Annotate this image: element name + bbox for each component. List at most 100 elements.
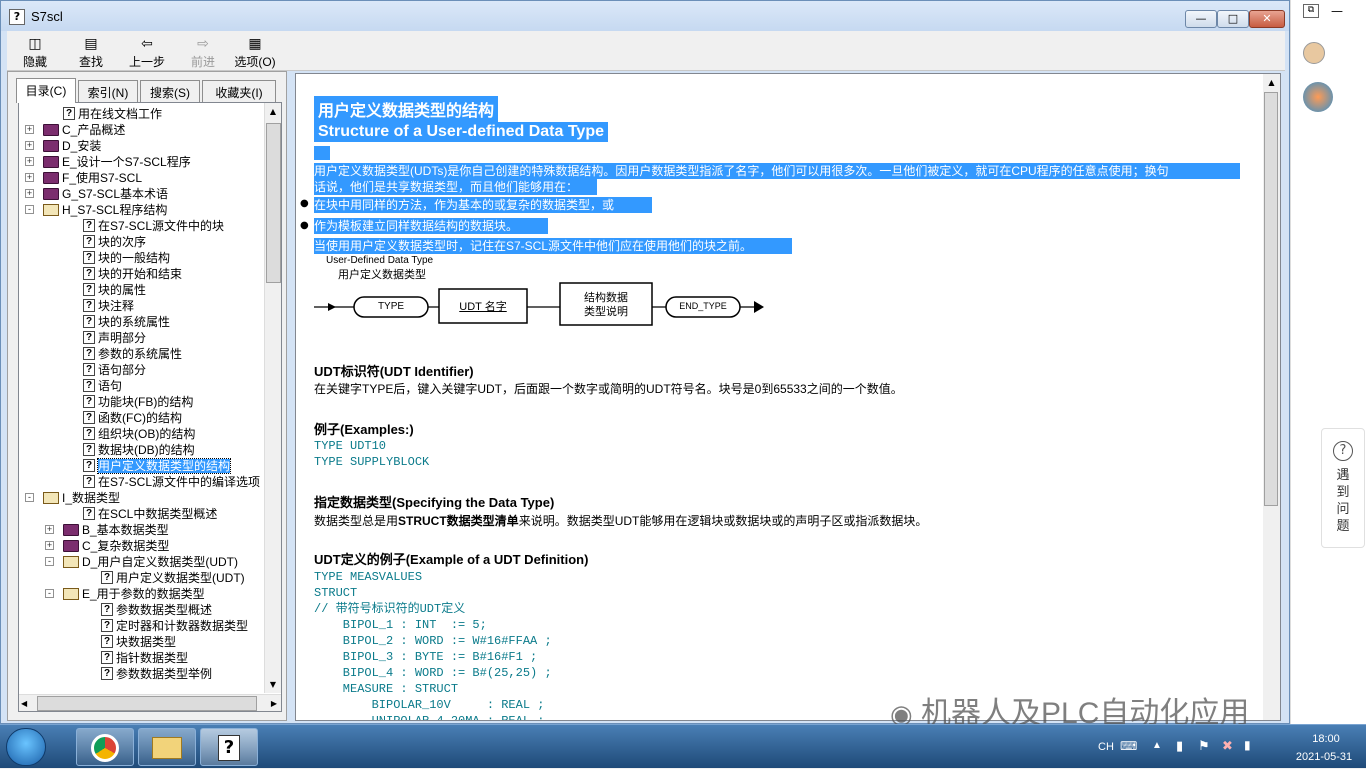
tree-item-label: E_设计一个S7-SCL程序 <box>62 154 191 169</box>
clock-date[interactable]: 2021-05-31 <box>1286 751 1362 763</box>
closed-book-icon <box>43 139 59 152</box>
collapse-icon[interactable]: - <box>25 205 34 214</box>
open-book-icon <box>63 555 79 568</box>
collapse-icon[interactable]: - <box>25 493 34 502</box>
expand-icon[interactable]: + <box>45 541 54 550</box>
action-center-icon[interactable]: ⚑ <box>1198 738 1210 754</box>
expand-icon[interactable]: + <box>45 525 54 534</box>
tree-horizontal-scrollbar[interactable]: ◀ ▶ <box>19 694 281 711</box>
network-error-icon[interactable]: ✖ <box>1222 738 1233 754</box>
closed-book-icon <box>43 155 59 168</box>
help-page-icon: ? <box>83 347 95 361</box>
tree-item-label: H_S7-SCL程序结构 <box>62 202 168 217</box>
hide-button[interactable]: ◫ 隐藏 <box>7 34 63 70</box>
collapse-icon[interactable]: - <box>45 589 54 598</box>
topic-title-en: Structure of a User-defined Data Type <box>314 122 608 142</box>
scroll-up-arrow-icon[interactable]: ▲ <box>1263 74 1280 91</box>
expand-icon[interactable]: + <box>25 125 34 134</box>
keyboard-icon[interactable]: ⌨ <box>1120 739 1137 753</box>
scroll-left-arrow-icon[interactable]: ◀ <box>21 695 27 712</box>
tree-item-label: C_复杂数据类型 <box>82 538 170 553</box>
tree-item-label: 在S7-SCL源文件中的块 <box>98 218 225 233</box>
expand-icon[interactable]: + <box>25 141 34 150</box>
udt-name-box: UDT 名字 <box>459 301 507 313</box>
tree-item-label: 块的次序 <box>98 234 147 249</box>
battery-icon[interactable]: ▮ <box>1176 738 1183 754</box>
example-code-line: TYPE SUPPLYBLOCK <box>314 455 430 469</box>
scroll-right-arrow-icon[interactable]: ▶ <box>271 695 277 712</box>
help-taskbar-button[interactable]: ? <box>200 728 258 766</box>
help-app-icon: ? <box>9 9 25 25</box>
collapse-icon[interactable]: - <box>45 557 54 566</box>
tree-item-label: E_用于参数的数据类型 <box>82 586 205 601</box>
expand-icon[interactable]: + <box>25 157 34 166</box>
expand-icon[interactable]: + <box>25 189 34 198</box>
back-arrow-icon: ⇦ <box>141 35 153 51</box>
tab-contents[interactable]: 目录(C) <box>16 78 76 103</box>
restore-icon[interactable]: ⧉ <box>1303 4 1319 18</box>
avatar[interactable] <box>1303 42 1325 64</box>
tree-item-label: 在SCL中数据类型概述 <box>98 506 218 521</box>
maximize-button[interactable]: □ <box>1217 10 1249 28</box>
end-type-keyword-box: END_TYPE <box>679 301 727 311</box>
help-page-icon: ? <box>83 331 95 345</box>
language-indicator[interactable]: CH <box>1098 741 1114 753</box>
tree-horizontal-thumb[interactable] <box>37 696 257 711</box>
show-hidden-icons-icon[interactable]: ▲ <box>1152 740 1162 751</box>
bullet-icon: ● <box>300 220 309 231</box>
help-page-icon: ? <box>63 107 75 121</box>
tab-search[interactable]: 搜索(S) <box>140 80 200 102</box>
diagram-caption-en: User-Defined Data Type <box>326 255 434 266</box>
tree-item-label: D_用户自定义数据类型(UDT) <box>82 554 238 569</box>
help-page-icon: ? <box>83 427 95 441</box>
tree-item-label: I_数据类型 <box>62 490 121 505</box>
help-page-icon: ? <box>83 459 95 473</box>
scroll-down-arrow-icon[interactable]: ▼ <box>265 676 281 693</box>
question-icon: ? <box>1333 441 1353 461</box>
tree-item-label: F_使用S7-SCL <box>62 170 143 185</box>
help-page-icon: ? <box>83 395 95 409</box>
find-button[interactable]: ▤ 查找 <box>63 34 119 70</box>
back-button[interactable]: ⇦ 上一步 <box>119 34 175 70</box>
tree-item-label: 功能块(FB)的结构 <box>98 394 194 409</box>
udt-code-line: BIPOLAR_10V : REAL ; <box>314 698 545 712</box>
tree-vertical-scrollbar[interactable]: ▲ ▼ <box>264 103 281 693</box>
minimize-icon[interactable]: — <box>1331 4 1343 18</box>
udt-code-line: TYPE MEASVALUES <box>314 570 423 584</box>
explorer-taskbar-button[interactable] <box>138 728 196 766</box>
app-icon[interactable] <box>1303 82 1333 112</box>
udt-code-line: // 带符号标识符的UDT定义 <box>314 602 466 616</box>
intro-line-2: 话说，他们是共享数据类型，而且他们能够用在： <box>314 179 597 195</box>
scroll-up-arrow-icon[interactable]: ▲ <box>265 103 281 120</box>
system-tray: CH ⌨ ▲ ▮ ⚑ ✖ ▮ 18:00 2021-05-31 <box>1076 725 1366 769</box>
contents-tree[interactable]: ? 用在线文档工作 + C_产品概述 + D_安装 + E_设计一个S7-SCL程序 + F_使用… <box>19 103 263 693</box>
closed-book-icon <box>63 539 79 552</box>
tree-item-label: 在S7-SCL源文件中的编译选项 <box>98 474 261 489</box>
title-bar[interactable]: ? S7scl — □ ✕ <box>1 1 1289 31</box>
tree-item-label: 数据块(DB)的结构 <box>98 442 195 457</box>
tab-index[interactable]: 索引(N) <box>78 80 138 102</box>
udt-code-line: BIPOL_4 : WORD := B#(25,25) ; <box>314 666 552 680</box>
clock-time[interactable]: 18:00 <box>1294 733 1358 745</box>
content-vertical-scrollbar[interactable]: ▲ <box>1263 74 1280 720</box>
feedback-button[interactable]: ? 遇到问题 <box>1321 428 1365 548</box>
closed-book-icon <box>43 123 59 136</box>
section-examples-title: 例子(Examples:) <box>314 422 414 437</box>
tree-item-label: D_安装 <box>62 138 102 153</box>
content-vertical-thumb[interactable] <box>1264 92 1278 506</box>
start-button[interactable] <box>6 728 46 766</box>
tree-item-label: 块的系统属性 <box>98 314 171 329</box>
section-udt-identifier-title: UDT标识符(UDT Identifier) <box>314 364 474 379</box>
minimize-button[interactable]: — <box>1185 10 1217 28</box>
tree-vertical-thumb[interactable] <box>266 123 281 283</box>
expand-icon[interactable]: + <box>25 173 34 182</box>
tree-item-label: B_基本数据类型 <box>82 522 169 537</box>
volume-icon[interactable]: ▮ <box>1244 738 1251 752</box>
chrome-taskbar-button[interactable] <box>76 728 134 766</box>
tree-item-label: 指针数据类型 <box>116 650 189 665</box>
tree-item-label: 参数的系统属性 <box>98 346 183 361</box>
options-button[interactable]: ▦ 选项(O) <box>227 34 283 70</box>
tab-favorites[interactable]: 收藏夹(I) <box>202 80 276 102</box>
forward-button[interactable]: ⇨ 前进 <box>175 34 231 70</box>
close-button[interactable]: ✕ <box>1249 10 1285 28</box>
